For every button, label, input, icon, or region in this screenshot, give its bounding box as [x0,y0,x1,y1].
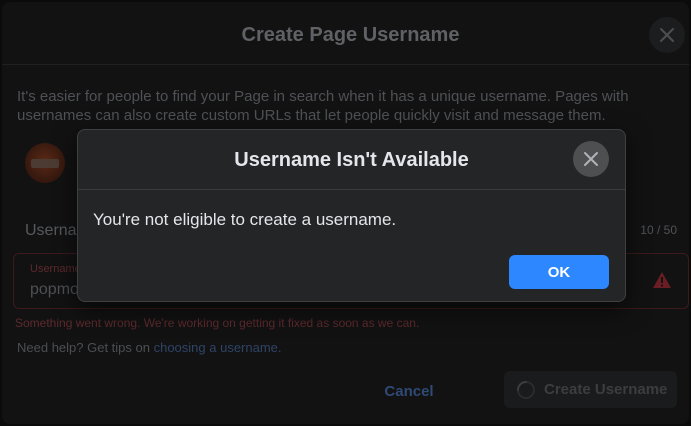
modal-close-button[interactable] [573,141,609,177]
avatar-logo-band [31,159,59,168]
loading-spinner-icon [517,380,535,399]
char-count: 10 / 50 [640,223,677,237]
close-icon [584,152,598,166]
username-field-label: Userna [25,222,77,239]
dialog-intro-text: It's easier for people to find your Page… [17,88,629,124]
username-input-label: Username [30,263,81,275]
modal-message: You're not eligible to create a username… [93,210,397,229]
help-text: Need help? Get tips on choosing a userna… [17,340,282,355]
help-prefix: Need help? Get tips on [17,340,154,355]
dialog-header: Create Page Username [2,2,689,65]
close-icon [660,28,674,42]
page-avatar [25,143,65,183]
username-unavailable-modal: Username Isn't Available You're not elig… [77,129,626,302]
error-message: Something went wrong. We're working on g… [15,316,420,330]
dialog-close-button[interactable] [649,17,685,53]
dialog-title: Create Page Username [241,24,460,46]
warning-icon [653,272,671,288]
username-input-value: popmo [30,281,79,298]
cancel-button[interactable]: Cancel [376,373,442,409]
modal-title: Username Isn't Available [234,149,469,171]
choosing-username-link[interactable]: choosing a username. [154,340,282,355]
create-username-button[interactable]: Create Username [504,371,677,408]
create-username-label: Create Username [544,381,668,398]
ok-button[interactable]: OK [509,255,609,289]
modal-header: Username Isn't Available [78,130,625,190]
